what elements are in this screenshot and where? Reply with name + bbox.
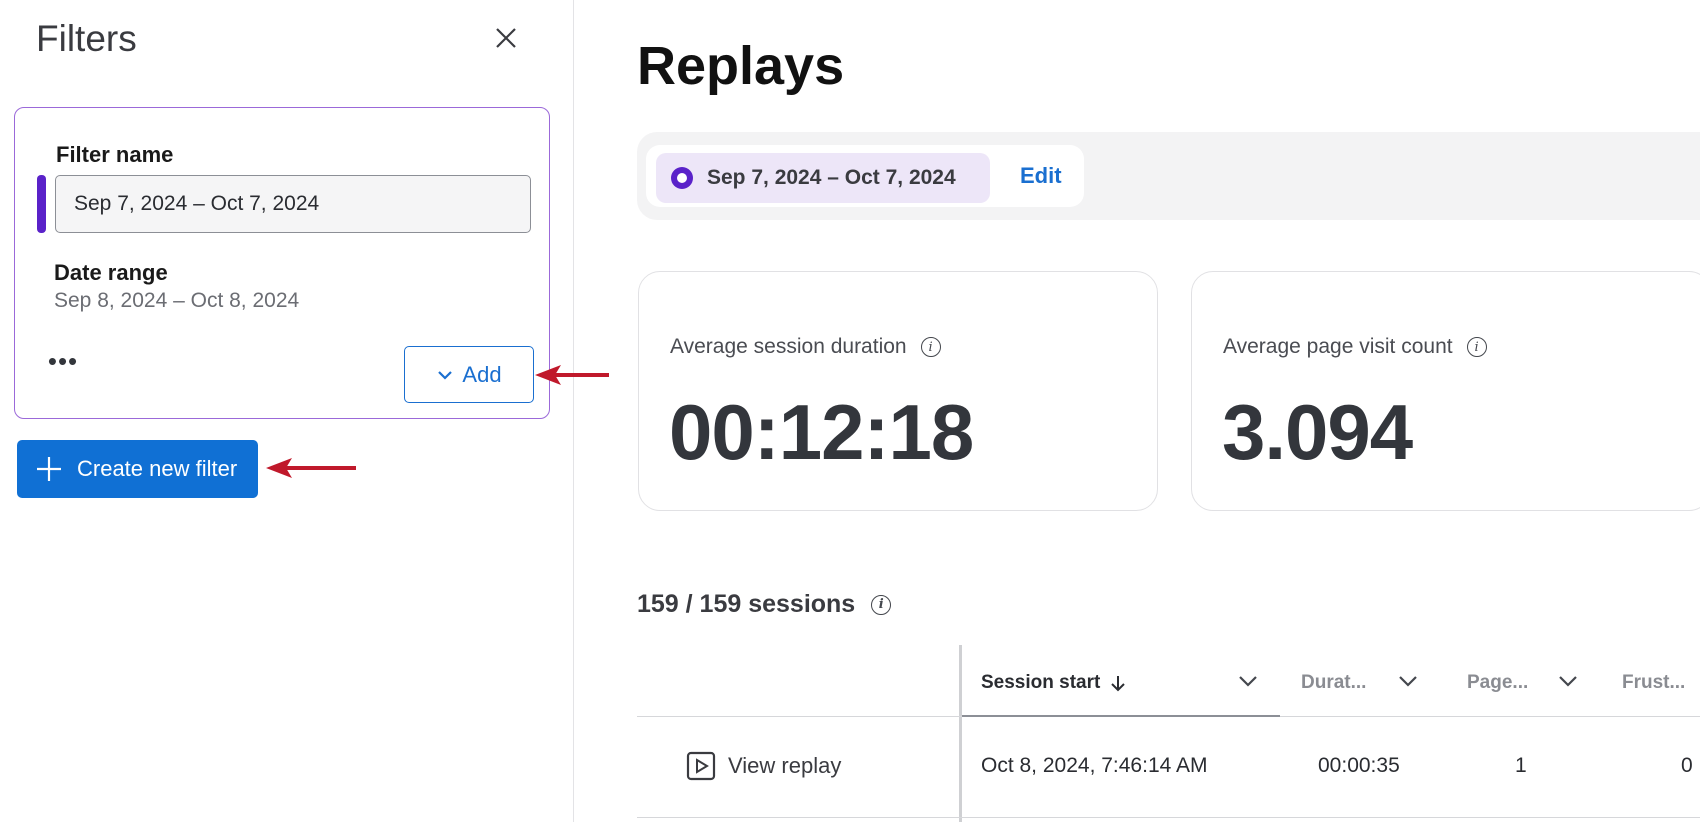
- metric-value: 3.094: [1222, 388, 1413, 476]
- annotation-arrow-create: [266, 458, 356, 478]
- replays-page: Filters Filter name Date range Sep 8, 20…: [0, 0, 1700, 822]
- radio-icon: [671, 167, 693, 189]
- metric-card-page-visit-count: Average page visit count i 3.094: [1191, 271, 1700, 511]
- column-header-label: Frust...: [1622, 672, 1686, 693]
- metric-card-session-duration: Average session duration i 00:12:18: [638, 271, 1158, 511]
- sessions-count-wrap: 159 / 159 sessions i: [637, 590, 892, 619]
- more-options-button[interactable]: •••: [43, 348, 83, 380]
- date-chip-container: Sep 7, 2024 – Oct 7, 2024 Edit: [646, 145, 1084, 207]
- column-header-session-start[interactable]: Session start: [981, 672, 1126, 694]
- column-header-label: Page...: [1467, 672, 1529, 693]
- date-chip-label: Sep 7, 2024 – Oct 7, 2024: [707, 166, 956, 189]
- page-title: Replays: [637, 36, 845, 96]
- chevron-down-icon[interactable]: [1396, 669, 1420, 693]
- chevron-down-icon[interactable]: [1236, 669, 1260, 693]
- filter-card: Filter name Date range Sep 8, 2024 – Oct…: [14, 107, 550, 419]
- close-icon[interactable]: [490, 22, 522, 54]
- metric-value: 00:12:18: [669, 388, 974, 476]
- column-header-pages[interactable]: Page...: [1467, 672, 1528, 694]
- info-icon[interactable]: i: [920, 337, 941, 357]
- date-filter-bar: Sep 7, 2024 – Oct 7, 2024 Edit: [637, 132, 1700, 220]
- edit-link[interactable]: Edit: [1020, 163, 1062, 189]
- filter-name-label: Filter name: [56, 142, 174, 167]
- metric-label: Average page visit count: [1223, 335, 1453, 358]
- filters-title: Filters: [36, 18, 137, 59]
- sort-indicator-underline: [962, 715, 1280, 717]
- arrow-down-icon: [1111, 676, 1126, 692]
- column-header-frustration[interactable]: Frust...: [1622, 672, 1685, 694]
- chevron-down-icon: [438, 370, 453, 380]
- cell-pages: 1: [1515, 754, 1527, 777]
- active-filter-indicator: [37, 175, 46, 233]
- add-button[interactable]: Add: [404, 346, 534, 403]
- column-divider[interactable]: [959, 645, 962, 822]
- create-new-filter-label: Create new filter: [77, 456, 238, 481]
- column-header-label: Session start: [981, 672, 1101, 693]
- info-icon[interactable]: i: [871, 594, 892, 615]
- date-range-value: Sep 8, 2024 – Oct 8, 2024: [54, 289, 300, 312]
- date-range-chip[interactable]: Sep 7, 2024 – Oct 7, 2024: [656, 153, 990, 203]
- filter-name-input[interactable]: [55, 175, 531, 233]
- info-icon[interactable]: i: [1466, 337, 1487, 357]
- sessions-count: 159 / 159 sessions: [637, 590, 856, 618]
- view-replay-button[interactable]: View replay: [686, 751, 841, 781]
- row-divider: [637, 817, 1700, 818]
- create-new-filter-button[interactable]: Create new filter: [17, 440, 258, 498]
- metric-label: Average session duration: [670, 335, 907, 358]
- filters-panel: Filters Filter name Date range Sep 8, 20…: [0, 0, 609, 822]
- column-header-duration[interactable]: Durat...: [1301, 672, 1366, 694]
- cell-duration: 00:00:35: [1318, 754, 1400, 777]
- sessions-table: Session start Durat... Page... Frust...: [637, 645, 1700, 822]
- chevron-down-icon[interactable]: [1556, 669, 1580, 693]
- plus-icon: [37, 457, 61, 481]
- metric-label-wrap: Average session duration i: [670, 335, 941, 359]
- add-button-label: Add: [462, 361, 502, 387]
- metric-label-wrap: Average page visit count i: [1223, 335, 1487, 359]
- view-replay-label: View replay: [728, 753, 842, 778]
- play-icon: [686, 751, 716, 781]
- annotation-arrow-add: [535, 365, 609, 385]
- date-range-label: Date range: [54, 260, 168, 285]
- column-header-label: Durat...: [1301, 672, 1367, 693]
- cell-session-start: Oct 8, 2024, 7:46:14 AM: [981, 754, 1208, 777]
- cell-frustration: 0: [1681, 754, 1693, 777]
